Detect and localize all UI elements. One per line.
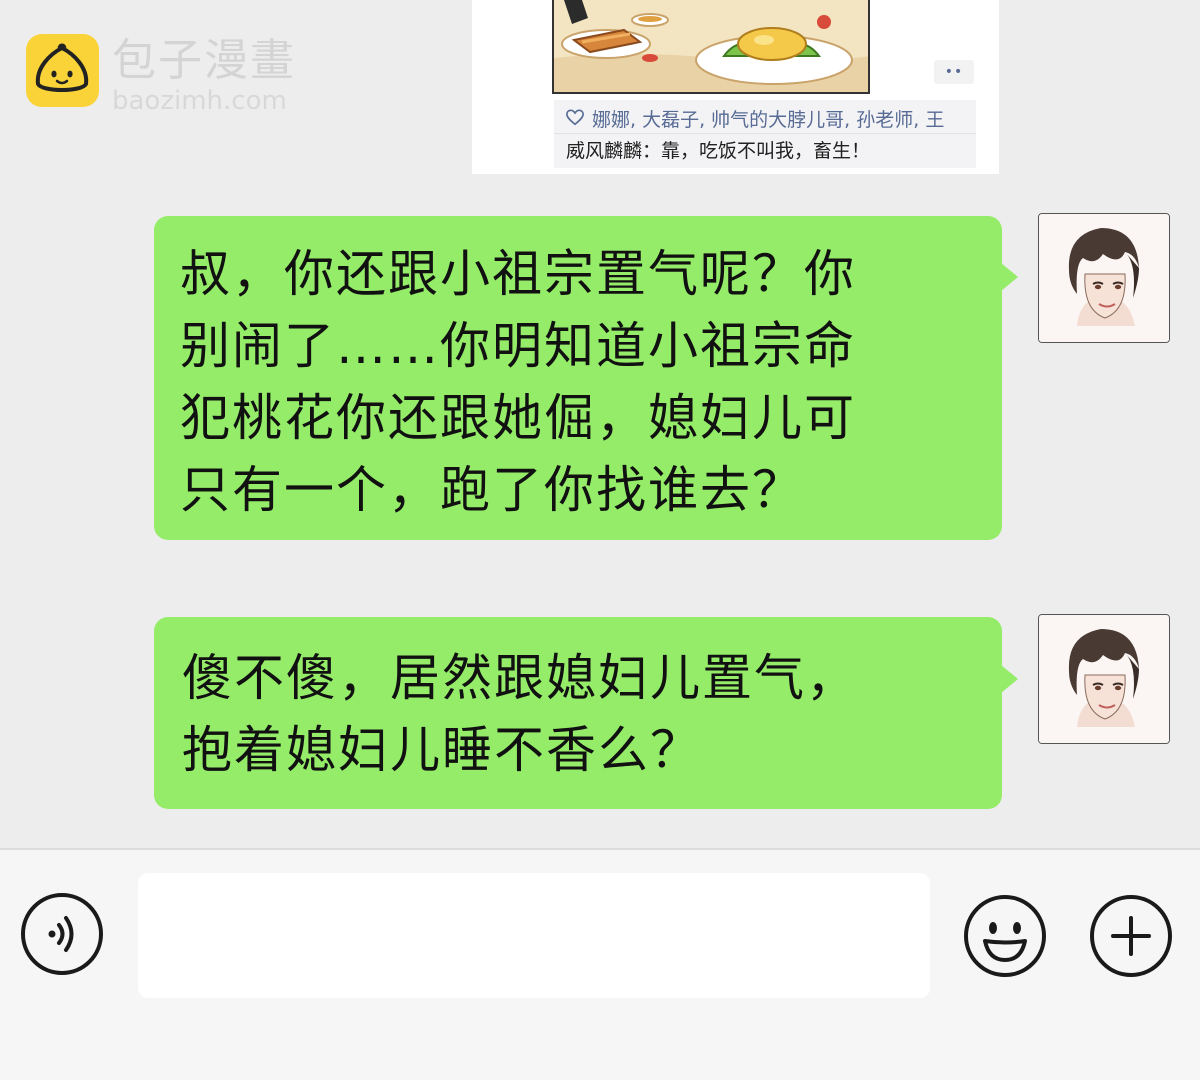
food-illustration (554, 0, 868, 92)
watermark-logo (26, 34, 99, 107)
avatar[interactable] (1038, 213, 1170, 343)
watermark-site-name: 包子漫畫 (112, 35, 296, 86)
likes-row: 娜娜, 大磊子, 帅气的大脖儿哥, 孙老师, 王 (566, 105, 944, 131)
bubble-tail (1001, 665, 1018, 693)
comment-row[interactable]: 威风麟麟：靠，吃饭不叫我，畜生！ (566, 138, 870, 164)
message-line: 犯桃花你还跟她倔，媳妇儿可 (180, 389, 856, 447)
message-input[interactable] (138, 873, 930, 998)
moment-more-button[interactable]: •• (934, 60, 974, 84)
comment-separator: ： (642, 140, 662, 162)
moment-food-photo[interactable] (552, 0, 870, 94)
plus-button[interactable] (1089, 894, 1173, 978)
message-line: 叔，你还跟小祖宗置气呢？你 (180, 245, 856, 303)
comment-text: 靠，吃饭不叫我，畜生！ (661, 140, 871, 162)
watermark-site-url: baozimh.com (112, 86, 287, 116)
avatar-portrait (1039, 214, 1169, 342)
plus-circle-icon (1090, 895, 1172, 977)
voice-icon (21, 893, 103, 975)
avatar[interactable] (1038, 614, 1170, 744)
message-bubble[interactable]: 叔，你还跟小祖宗置气呢？你 别闹了……你明知道小祖宗命 犯桃花你还跟她倔，媳妇儿… (154, 216, 1018, 540)
bun-icon (35, 43, 89, 92)
avatar-portrait (1039, 615, 1169, 743)
message-line: 只有一个，跑了你找谁去？ (180, 461, 804, 519)
comment-author[interactable]: 威风麟麟 (566, 140, 642, 162)
message-line: 傻不傻，居然跟媳妇儿置气， (182, 649, 858, 707)
heart-icon (566, 109, 584, 126)
message-line: 别闹了……你明知道小祖宗命 (180, 317, 856, 375)
bubble-tail (1001, 263, 1018, 291)
chat-area: 包子漫畫 baozimh.com •• 娜娜, 大磊子, 帅气的大脖儿哥, 孙老… (0, 0, 1200, 848)
emoji-smile-icon (964, 895, 1046, 977)
likes-comments-box: 娜娜, 大磊子, 帅气的大脖儿哥, 孙老师, 王 威风麟麟：靠，吃饭不叫我，畜生… (554, 100, 976, 168)
message-bubble[interactable]: 傻不傻，居然跟媳妇儿置气， 抱着媳妇儿睡不香么？ (154, 617, 1018, 809)
likes-names[interactable]: 娜娜, 大磊子, 帅气的大脖儿哥, 孙老师, 王 (592, 105, 944, 132)
voice-button[interactable] (20, 892, 104, 976)
moment-card: •• 娜娜, 大磊子, 帅气的大脖儿哥, 孙老师, 王 威风麟麟：靠，吃饭不叫我… (472, 0, 999, 174)
likes-divider (554, 133, 976, 134)
message-line: 抱着媳妇儿睡不香么？ (182, 721, 702, 779)
emoji-button[interactable] (963, 894, 1047, 978)
